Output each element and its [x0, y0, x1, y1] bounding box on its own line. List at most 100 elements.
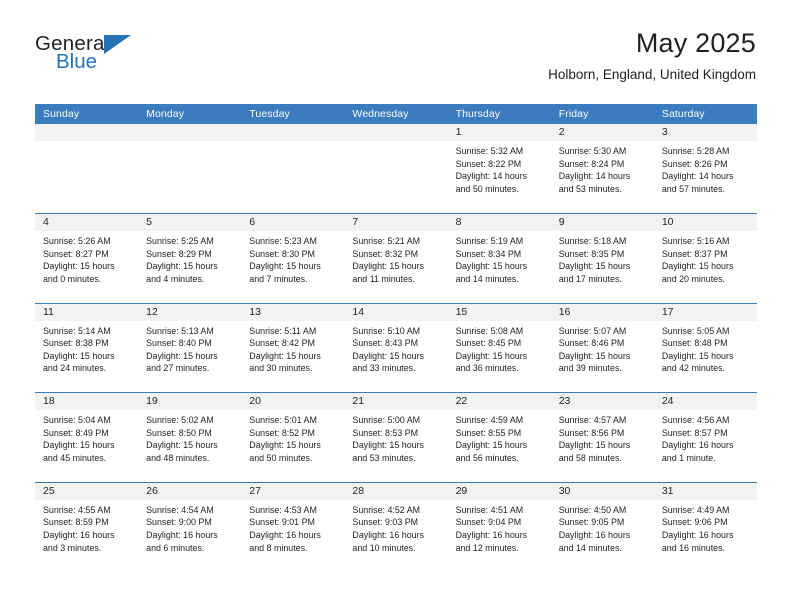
sunset-text: Sunset: 8:32 PM [352, 248, 419, 259]
weekday-header-tuesday: Tuesday [241, 104, 345, 124]
calendar-cell-day-2[interactable]: 2 Sunrise: 5:30 AM Sunset: 8:24 PM Daylight… [550, 124, 654, 214]
daylight-text-line1: Daylight: 15 hours [558, 261, 631, 272]
calendar-cell-day-1[interactable]: 1 Sunrise: 5:32 AM Sunset: 8:22 PM Daylight… [447, 124, 551, 214]
page-header: General Blue May 2025 Holborn, England, … [0, 0, 792, 104]
daylight-text-line1: Daylight: 16 hours [249, 530, 321, 541]
calendar-cell-day-10[interactable]: 10 Sunrise: 5:16 AM Sunset: 8:37 PM Dayligh… [653, 213, 757, 304]
day-box [241, 124, 345, 213]
sunset-text: Sunset: 8:45 PM [455, 338, 522, 349]
sunrise-text: Sunrise: 4:56 AM [661, 415, 730, 426]
calendar-cell-day-13[interactable]: 13 Sunrise: 5:11 AM Sunset: 8:42 PM Dayligh… [241, 302, 345, 393]
day-number: 22 [447, 393, 551, 411]
calendar-cell-day-9[interactable]: 9 Sunrise: 5:18 AM Sunset: 8:35 PM Daylight… [550, 213, 654, 304]
day-number: 28 [344, 482, 448, 500]
day-number: 5 [138, 214, 242, 232]
day-number: 16 [550, 303, 654, 321]
daylight-text-line2: and 24 minutes. [43, 363, 107, 374]
day-box: 26 Sunrise: 4:54 AM Sunset: 9:00 PM Dayligh… [138, 482, 242, 572]
sunset-text: Sunset: 9:00 PM [146, 517, 212, 528]
day-number: 13 [241, 303, 345, 321]
day-number: 9 [550, 214, 654, 232]
daylight-text-line2: and 50 minutes. [249, 453, 313, 464]
day-number: 24 [653, 393, 757, 411]
title-block: May 2025 Holborn, England, United Kingdo… [548, 26, 756, 83]
sunset-text: Sunset: 8:26 PM [661, 158, 728, 169]
day-number: 23 [550, 393, 654, 411]
calendar-cell-day-7[interactable]: 7 Sunrise: 5:21 AM Sunset: 8:32 PM Daylight… [344, 213, 448, 304]
day-box: 25 Sunrise: 4:55 AM Sunset: 8:59 PM Dayligh… [35, 482, 139, 572]
calendar-cell-day-30[interactable]: 30 Sunrise: 4:50 AM Sunset: 9:05 PM Dayligh… [550, 481, 654, 572]
calendar-cell-day-27[interactable]: 27 Sunrise: 4:53 AM Sunset: 9:01 PM Dayligh… [241, 481, 345, 572]
calendar-cell-day-31[interactable]: 31 Sunrise: 4:49 AM Sunset: 9:06 PM Dayligh… [653, 481, 757, 572]
calendar-cell-day-25[interactable]: 25 Sunrise: 4:55 AM Sunset: 8:59 PM Dayligh… [35, 481, 139, 572]
calendar-cell-day-12[interactable]: 12 Sunrise: 5:13 AM Sunset: 8:40 PM Dayligh… [138, 302, 242, 393]
sunrise-text: Sunrise: 4:52 AM [352, 504, 421, 515]
daylight-text-line2: and 7 minutes. [249, 273, 308, 284]
day-info: Sunrise: 5:16 AM Sunset: 8:37 PM Daylight:… [654, 231, 757, 285]
sunset-text: Sunset: 8:24 PM [558, 158, 625, 169]
calendar-week-row: 1 Sunrise: 5:32 AM Sunset: 8:22 PM Daylight… [35, 124, 757, 214]
sunrise-text: Sunrise: 5:00 AM [352, 415, 421, 426]
calendar-cell-day-14[interactable]: 14 Sunrise: 5:10 AM Sunset: 8:43 PM Dayligh… [344, 302, 448, 393]
sunset-text: Sunset: 8:46 PM [558, 338, 625, 349]
day-box [35, 124, 139, 213]
day-box: 7 Sunrise: 5:21 AM Sunset: 8:32 PM Daylight… [344, 214, 448, 303]
sunrise-text: Sunrise: 5:19 AM [455, 236, 524, 247]
sunset-text: Sunset: 8:37 PM [661, 248, 728, 259]
sunset-text: Sunset: 8:22 PM [455, 158, 522, 169]
daylight-text-line1: Daylight: 15 hours [43, 261, 115, 272]
day-box: 12 Sunrise: 5:13 AM Sunset: 8:40 PM Dayligh… [138, 303, 242, 393]
calendar-cell-day-17[interactable]: 17 Sunrise: 5:05 AM Sunset: 8:48 PM Dayligh… [653, 302, 757, 393]
day-info: Sunrise: 4:50 AM Sunset: 9:05 PM Daylight:… [551, 500, 654, 554]
calendar-page: General Blue May 2025 Holborn, England, … [0, 0, 792, 612]
day-number: 12 [138, 303, 242, 321]
daylight-text-line1: Daylight: 15 hours [455, 350, 528, 361]
calendar-cell-day-11[interactable]: 11 Sunrise: 5:14 AM Sunset: 8:38 PM Dayligh… [35, 302, 139, 393]
sunrise-text: Sunrise: 4:54 AM [146, 504, 214, 515]
day-info: Sunrise: 4:52 AM Sunset: 9:03 PM Daylight:… [344, 500, 447, 554]
calendar-cell-day-21[interactable]: 21 Sunrise: 5:00 AM Sunset: 8:53 PM Dayligh… [344, 392, 448, 483]
day-box [138, 124, 242, 213]
calendar-cell-day-4[interactable]: 4 Sunrise: 5:26 AM Sunset: 8:27 PM Daylight… [35, 213, 139, 304]
day-box: 22 Sunrise: 4:59 AM Sunset: 8:55 PM Dayligh… [447, 393, 551, 482]
sunrise-text: Sunrise: 5:02 AM [146, 415, 214, 426]
daylight-text-line1: Daylight: 15 hours [558, 440, 631, 451]
day-info: Sunrise: 5:21 AM Sunset: 8:32 PM Daylight:… [344, 231, 447, 285]
day-number: 11 [35, 303, 139, 321]
daylight-text-line1: Daylight: 15 hours [146, 440, 218, 451]
sunrise-text: Sunrise: 4:49 AM [661, 504, 730, 515]
calendar-cell-day-16[interactable]: 16 Sunrise: 5:07 AM Sunset: 8:46 PM Dayligh… [550, 302, 654, 393]
sunrise-text: Sunrise: 5:32 AM [455, 146, 524, 156]
calendar-cell-day-5[interactable]: 5 Sunrise: 5:25 AM Sunset: 8:29 PM Daylight… [138, 213, 242, 304]
calendar-cell-day-28[interactable]: 28 Sunrise: 4:52 AM Sunset: 9:03 PM Dayligh… [344, 481, 448, 572]
sunset-text: Sunset: 8:38 PM [43, 338, 109, 349]
calendar-cell-day-19[interactable]: 19 Sunrise: 5:02 AM Sunset: 8:50 PM Dayligh… [138, 392, 242, 483]
calendar-cell-day-20[interactable]: 20 Sunrise: 5:01 AM Sunset: 8:52 PM Dayligh… [241, 392, 345, 483]
calendar-cell-day-23[interactable]: 23 Sunrise: 4:57 AM Sunset: 8:56 PM Dayligh… [550, 392, 654, 483]
daylight-text-line1: Daylight: 15 hours [146, 350, 218, 361]
day-number: 26 [138, 482, 242, 500]
day-info: Sunrise: 4:56 AM Sunset: 8:57 PM Daylight:… [654, 410, 757, 464]
calendar-cell-day-18[interactable]: 18 Sunrise: 5:04 AM Sunset: 8:49 PM Dayligh… [35, 392, 139, 483]
calendar-cell-day-26[interactable]: 26 Sunrise: 4:54 AM Sunset: 9:00 PM Dayligh… [138, 481, 242, 572]
calendar-body: 1 Sunrise: 5:32 AM Sunset: 8:22 PM Daylight… [35, 124, 757, 572]
day-box: 4 Sunrise: 5:26 AM Sunset: 8:27 PM Daylight… [35, 214, 139, 303]
daylight-text-line2: and 53 minutes. [352, 453, 416, 464]
day-number: 27 [241, 482, 345, 500]
calendar-cell-day-22[interactable]: 22 Sunrise: 4:59 AM Sunset: 8:55 PM Dayligh… [447, 392, 551, 483]
daylight-text-line2: and 17 minutes. [558, 273, 622, 284]
day-box: 5 Sunrise: 5:25 AM Sunset: 8:29 PM Daylight… [138, 214, 242, 303]
calendar-cell-day-3[interactable]: 3 Sunrise: 5:28 AM Sunset: 8:26 PM Daylight… [653, 124, 757, 214]
calendar-cell-day-8[interactable]: 8 Sunrise: 5:19 AM Sunset: 8:34 PM Daylight… [447, 213, 551, 304]
sunset-text: Sunset: 8:30 PM [249, 248, 315, 259]
daylight-text-line1: Daylight: 15 hours [249, 440, 321, 451]
calendar-cell-day-6[interactable]: 6 Sunrise: 5:23 AM Sunset: 8:30 PM Daylight… [241, 213, 345, 304]
page-title: May 2025 [635, 28, 756, 58]
daylight-text-line2: and 42 minutes. [661, 363, 725, 374]
day-number: 1 [447, 124, 551, 141]
calendar-cell-day-24[interactable]: 24 Sunrise: 4:56 AM Sunset: 8:57 PM Dayligh… [653, 392, 757, 483]
sunset-text: Sunset: 9:03 PM [352, 517, 419, 528]
daylight-text-line1: Daylight: 15 hours [661, 261, 734, 272]
calendar-cell-day-15[interactable]: 15 Sunrise: 5:08 AM Sunset: 8:45 PM Dayligh… [447, 302, 551, 393]
calendar-cell-day-29[interactable]: 29 Sunrise: 4:51 AM Sunset: 9:04 PM Dayligh… [447, 481, 551, 572]
